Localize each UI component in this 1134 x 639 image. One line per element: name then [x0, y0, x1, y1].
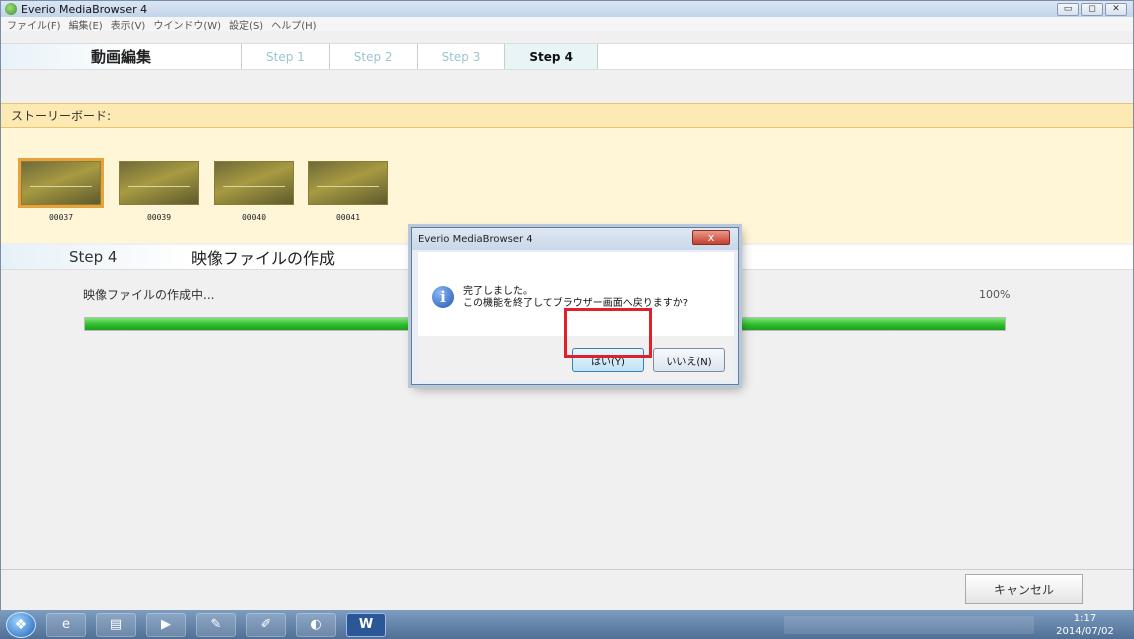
- start-orb-icon[interactable]: ❖: [6, 611, 36, 638]
- progress-percent: 100%: [979, 288, 1011, 301]
- clip-label: 00039: [146, 213, 172, 222]
- clip-label: 00041: [335, 213, 361, 222]
- tab-step-3[interactable]: Step 3: [416, 44, 505, 69]
- step-bar: 動画編集 Step 1 Step 2 Step 3 Step 4: [1, 43, 1133, 70]
- app-window: Everio MediaBrowser 4 ▭ ◻ ✕ ファイル(F) 編集(E…: [0, 0, 1134, 611]
- close-button[interactable]: ✕: [1105, 3, 1127, 16]
- confirm-dialog: Everio MediaBrowser 4 x i 完了しました。 この機能を終…: [411, 227, 739, 385]
- step4-label: Step 4: [1, 245, 191, 269]
- tab-step-1[interactable]: Step 1: [241, 44, 329, 69]
- maximize-button[interactable]: ◻: [1081, 3, 1103, 16]
- storyboard-area: 00037 00039 00040 00041: [1, 128, 1133, 243]
- app-icon: [5, 3, 17, 15]
- menu-help[interactable]: ヘルプ(H): [271, 17, 316, 32]
- window-title: Everio MediaBrowser 4: [21, 2, 148, 16]
- step-tabs: Step 1 Step 2 Step 3 Step 4: [241, 44, 598, 69]
- system-tray[interactable]: [784, 616, 1034, 634]
- dialog-message-line2: この機能を終了してブラウザー画面へ戻りますか?: [463, 298, 689, 309]
- explorer-icon[interactable]: ▤: [96, 612, 136, 637]
- clip-thumbnail[interactable]: [308, 161, 388, 205]
- word-icon[interactable]: W: [346, 612, 386, 637]
- clip-label: 00037: [48, 213, 74, 222]
- media-player-icon[interactable]: ▶: [146, 612, 186, 637]
- clock-date: 2014/07/02: [1056, 626, 1114, 637]
- minimize-button[interactable]: ▭: [1057, 3, 1079, 16]
- no-button[interactable]: いいえ(N): [653, 348, 725, 372]
- clock-time: 1:17: [1073, 613, 1097, 624]
- menu-file[interactable]: ファイル(F): [7, 17, 61, 32]
- menu-bar: ファイル(F) 編集(E) 表示(V) ウインドウ(W) 設定(S) ヘルプ(H…: [1, 17, 1133, 32]
- menu-window[interactable]: ウインドウ(W): [153, 17, 221, 32]
- mode-title: 動画編集: [1, 44, 241, 69]
- storyboard-header: ストーリーボード:: [1, 103, 1133, 128]
- info-icon: i: [432, 286, 454, 308]
- clock[interactable]: 1:17 2014/07/02: [1042, 612, 1128, 638]
- dialog-close-button[interactable]: x: [692, 230, 730, 245]
- tool-icon[interactable]: ✎: [196, 612, 236, 637]
- title-bar: Everio MediaBrowser 4 ▭ ◻ ✕: [1, 1, 1133, 17]
- menu-settings[interactable]: 設定(S): [229, 17, 263, 32]
- taskbar: ❖ e ▤ ▶ ✎ ✐ ◐ W 1:17 2014/07/02: [0, 610, 1134, 639]
- footer: キャンセル: [1, 569, 1133, 611]
- ie-icon[interactable]: e: [46, 612, 86, 637]
- dialog-title: Everio MediaBrowser 4: [412, 228, 738, 250]
- highlight-box: [564, 308, 652, 358]
- progress-status: 映像ファイルの作成中...: [83, 288, 215, 302]
- clip-thumbnail[interactable]: [119, 161, 199, 205]
- clip-label: 00040: [241, 213, 267, 222]
- paint-icon[interactable]: ✐: [246, 612, 286, 637]
- cancel-button[interactable]: キャンセル: [965, 574, 1083, 604]
- step4-title: 映像ファイルの作成: [191, 249, 336, 268]
- clip-thumbnail[interactable]: [18, 158, 104, 208]
- menu-view[interactable]: 表示(V): [111, 17, 146, 32]
- tab-step-2[interactable]: Step 2: [328, 44, 417, 69]
- menu-edit[interactable]: 編集(E): [69, 17, 103, 32]
- clip-thumbnail[interactable]: [214, 161, 294, 205]
- mediabrowser-icon[interactable]: ◐: [296, 612, 336, 637]
- window-controls: ▭ ◻ ✕: [1057, 3, 1127, 16]
- tab-step-4[interactable]: Step 4: [504, 44, 598, 69]
